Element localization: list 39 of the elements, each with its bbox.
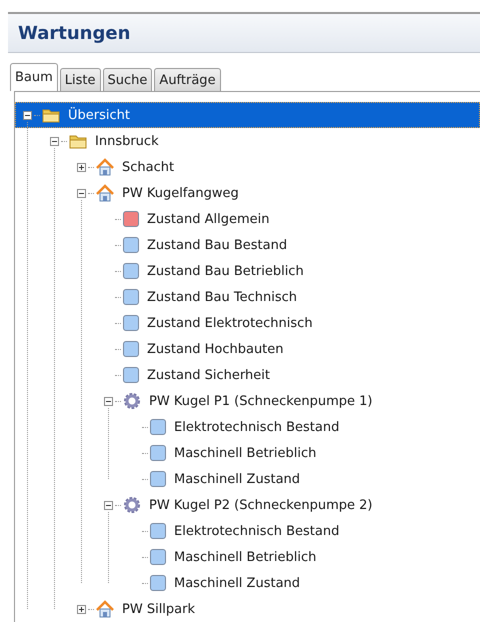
tree-item[interactable]: Maschinell Zustand xyxy=(172,470,302,488)
tab[interactable]: Baum xyxy=(10,63,58,91)
house-icon xyxy=(96,184,114,202)
tree-item[interactable]: Maschinell Betrieblich xyxy=(172,548,318,566)
tree-item[interactable]: Maschinell Zustand xyxy=(172,574,302,592)
tree-item[interactable]: Zustand Hochbauten xyxy=(145,340,286,358)
house-icon xyxy=(96,158,114,176)
tree-item[interactable]: Zustand Bau Betrieblich xyxy=(145,262,306,280)
tree-item[interactable]: Elektrotechnisch Bestand xyxy=(172,418,342,436)
tree-item[interactable]: PW Kugelfangweg xyxy=(120,184,241,202)
folder-icon xyxy=(42,107,60,123)
tree-item[interactable]: Zustand Bau Technisch xyxy=(145,288,299,306)
tab[interactable]: Liste xyxy=(60,68,101,91)
tree-item[interactable]: Maschinell Betrieblich xyxy=(172,444,318,462)
tree-item[interactable]: Schacht xyxy=(120,158,176,176)
tree-item[interactable]: Innsbruck xyxy=(93,132,161,150)
expander-icon[interactable] xyxy=(77,604,86,614)
gear-icon xyxy=(123,392,141,410)
tree-item[interactable]: Zustand Allgemein xyxy=(145,210,272,228)
tree-item[interactable]: Zustand Bau Bestand xyxy=(145,236,290,254)
tree-item[interactable]: Zustand Sicherheit xyxy=(145,366,272,384)
panel-title: Wartungen xyxy=(18,22,130,44)
gear-icon xyxy=(123,496,141,514)
expander-icon[interactable] xyxy=(77,162,86,172)
tree-item[interactable]: Übersicht xyxy=(66,106,132,124)
folder-icon xyxy=(69,133,87,149)
tab[interactable]: Aufträge xyxy=(154,68,221,91)
expander-icon[interactable] xyxy=(23,110,32,120)
tab[interactable]: Suche xyxy=(102,68,152,91)
tree-item[interactable]: Zustand Elektrotechnisch xyxy=(145,314,315,332)
expander-icon[interactable] xyxy=(104,500,113,510)
tree-item[interactable]: PW Kugel P2 (Schneckenpumpe 2) xyxy=(147,496,374,514)
expander-icon[interactable] xyxy=(77,188,86,198)
expander-icon[interactable] xyxy=(104,396,113,406)
tree-item[interactable]: PW Sillpark xyxy=(120,600,198,618)
tree-item[interactable]: Elektrotechnisch Bestand xyxy=(172,522,342,540)
tree-item[interactable]: PW Kugel P1 (Schneckenpumpe 1) xyxy=(147,392,374,410)
expander-icon[interactable] xyxy=(50,136,59,146)
house-icon xyxy=(96,600,114,618)
